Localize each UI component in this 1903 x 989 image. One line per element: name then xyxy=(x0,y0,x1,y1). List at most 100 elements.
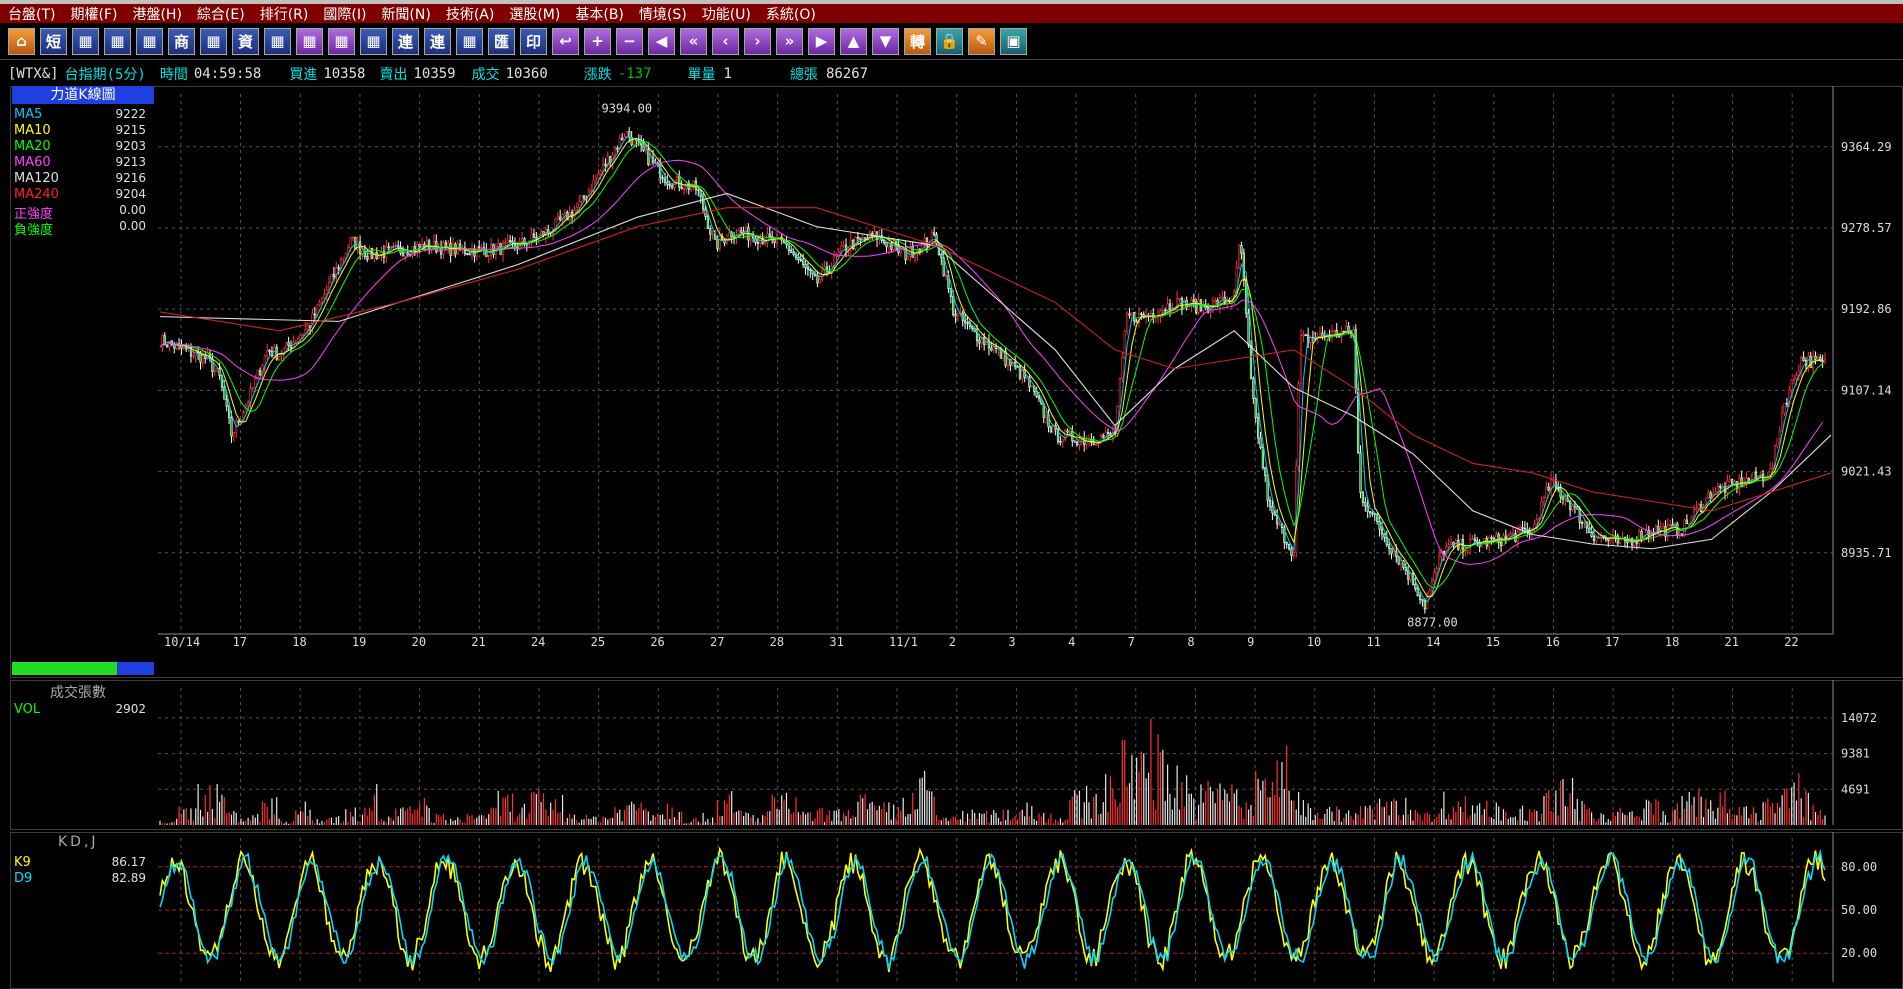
candle-body xyxy=(306,325,309,330)
candle-body xyxy=(1449,541,1453,546)
kd-y-tick: 50.00 xyxy=(1841,903,1877,917)
left-icon[interactable]: ◀ xyxy=(648,27,675,55)
candle-body xyxy=(644,149,648,151)
candle-body xyxy=(278,355,281,360)
step-right-icon[interactable]: › xyxy=(744,27,771,55)
chart4-icon[interactable]: ▦ xyxy=(200,27,227,55)
candle-body xyxy=(297,338,300,343)
candle-body xyxy=(556,216,559,220)
down-icon[interactable]: ▼ xyxy=(872,27,899,55)
candle-body xyxy=(706,216,709,230)
chart2-icon[interactable]: ▦ xyxy=(104,27,131,55)
kd-chart[interactable]: 80.00 50.00 20.00 xyxy=(158,832,1903,989)
up-icon[interactable]: ▲ xyxy=(840,27,867,55)
candle-body xyxy=(990,347,993,351)
x-tick-label: 4 xyxy=(1068,635,1075,649)
vol-legend: VOL 2902 xyxy=(14,702,154,717)
lock-icon[interactable]: 🔒 xyxy=(936,27,963,55)
chart8-icon[interactable]: ▦ xyxy=(360,27,387,55)
short-icon[interactable]: 短 xyxy=(40,27,67,55)
candle-body xyxy=(1521,527,1524,529)
x-tick-label: 14 xyxy=(1426,635,1440,649)
deal-value: 10360 xyxy=(505,66,548,82)
x-tick-label: 9 xyxy=(1247,635,1254,649)
candle-body xyxy=(444,242,447,247)
home-icon[interactable]: ⌂ xyxy=(8,27,35,55)
candle-body xyxy=(478,246,481,249)
candle-body xyxy=(1318,332,1322,337)
candle-body xyxy=(1161,309,1164,312)
menu-item-11[interactable]: 功能(U) xyxy=(694,4,758,24)
chart9-icon[interactable]: ▦ xyxy=(456,27,483,55)
minus-icon[interactable]: − xyxy=(616,27,643,55)
step-left-icon[interactable]: ‹ xyxy=(712,27,739,55)
candle-body xyxy=(182,347,185,349)
volume-chart[interactable]: 14072 9381 4691 xyxy=(158,680,1903,830)
candle-body xyxy=(954,314,957,317)
candle-body xyxy=(666,181,669,185)
menu-item-6[interactable]: 新聞(N) xyxy=(373,4,437,24)
transfer-icon[interactable]: 轉 xyxy=(904,27,931,55)
plus-icon[interactable]: + xyxy=(584,27,611,55)
bid-value: 10358 xyxy=(323,66,366,82)
menu-item-9[interactable]: 基本(B) xyxy=(567,4,631,24)
menu-item-3[interactable]: 綜合(E) xyxy=(189,4,252,24)
business-icon[interactable]: 商 xyxy=(168,27,195,55)
candle-body xyxy=(287,342,290,346)
price-chart[interactable]: 10/14 17 18 19 20 21 24 25 26 27 28 31 11/1 2 3 4 7 8 9 10 1… xyxy=(158,86,1903,678)
menu-item-10[interactable]: 情境(S) xyxy=(631,4,694,24)
candle-body xyxy=(1135,320,1138,323)
candle-body xyxy=(740,230,743,233)
k9-legend-value: 86.17 xyxy=(111,855,146,869)
right-icon[interactable]: ▶ xyxy=(808,27,835,55)
legend-負強度: 負強度 0.00 xyxy=(14,219,154,238)
candle-body xyxy=(223,386,226,400)
candle-body xyxy=(447,242,450,247)
chart1-icon[interactable]: ▦ xyxy=(72,27,99,55)
menu-item-1[interactable]: 期權(F) xyxy=(62,4,124,24)
candle-body xyxy=(978,340,981,344)
connect2-icon[interactable]: 連 xyxy=(424,27,451,55)
menu-item-2[interactable]: 港盤(H) xyxy=(124,4,188,24)
symbol-code[interactable]: [WTX&] xyxy=(8,66,59,82)
chart5-icon[interactable]: ▦ xyxy=(264,27,291,55)
note-icon[interactable]: ✎ xyxy=(968,27,995,55)
price-panel-title[interactable]: 力道K線圖 xyxy=(12,86,154,104)
fast-right-icon[interactable]: » xyxy=(776,27,803,55)
candle-body xyxy=(1299,335,1303,384)
menu-item-4[interactable]: 排行(R) xyxy=(252,4,316,24)
esc-icon[interactable]: ↩ xyxy=(552,27,579,55)
chart3-icon[interactable]: ▦ xyxy=(136,27,163,55)
candle-body xyxy=(1700,504,1703,513)
chart7-icon[interactable]: ▦ xyxy=(328,27,355,55)
candle-body xyxy=(616,147,619,150)
candle-body xyxy=(387,246,390,248)
legend-ma60: MA60 9213 xyxy=(14,155,154,170)
print-icon[interactable]: 印 xyxy=(520,27,547,55)
menu-item-12[interactable]: 系統(O) xyxy=(758,4,823,24)
connect-icon[interactable]: 連 xyxy=(392,27,419,55)
candle-body xyxy=(1126,313,1129,332)
load-progress-bar xyxy=(12,662,154,675)
candle-body xyxy=(709,228,712,235)
chart6-icon[interactable]: ▦ xyxy=(296,27,323,55)
candle-body xyxy=(1823,359,1827,362)
candle-body xyxy=(1378,521,1381,530)
fast-left-icon[interactable]: « xyxy=(680,27,707,55)
remit-icon[interactable]: 匯 xyxy=(488,27,515,55)
candle-body xyxy=(504,242,507,245)
menu-item-0[interactable]: 台盤(T) xyxy=(0,4,62,24)
menu-item-7[interactable]: 技術(A) xyxy=(438,4,502,24)
menu-item-8[interactable]: 選股(M) xyxy=(501,4,567,24)
candle-body xyxy=(251,387,254,390)
candle-body xyxy=(330,273,333,283)
candle-body xyxy=(358,241,362,254)
candle-body xyxy=(1795,375,1798,380)
candle-body xyxy=(213,369,216,372)
candle-body xyxy=(1073,440,1076,443)
candle-body xyxy=(1809,355,1812,368)
window-icon[interactable]: ▣ xyxy=(1000,27,1027,55)
y-tick-label: 9021.43 xyxy=(1841,465,1892,479)
capital-icon[interactable]: 資 xyxy=(232,27,259,55)
menu-item-5[interactable]: 國際(I) xyxy=(315,4,373,24)
